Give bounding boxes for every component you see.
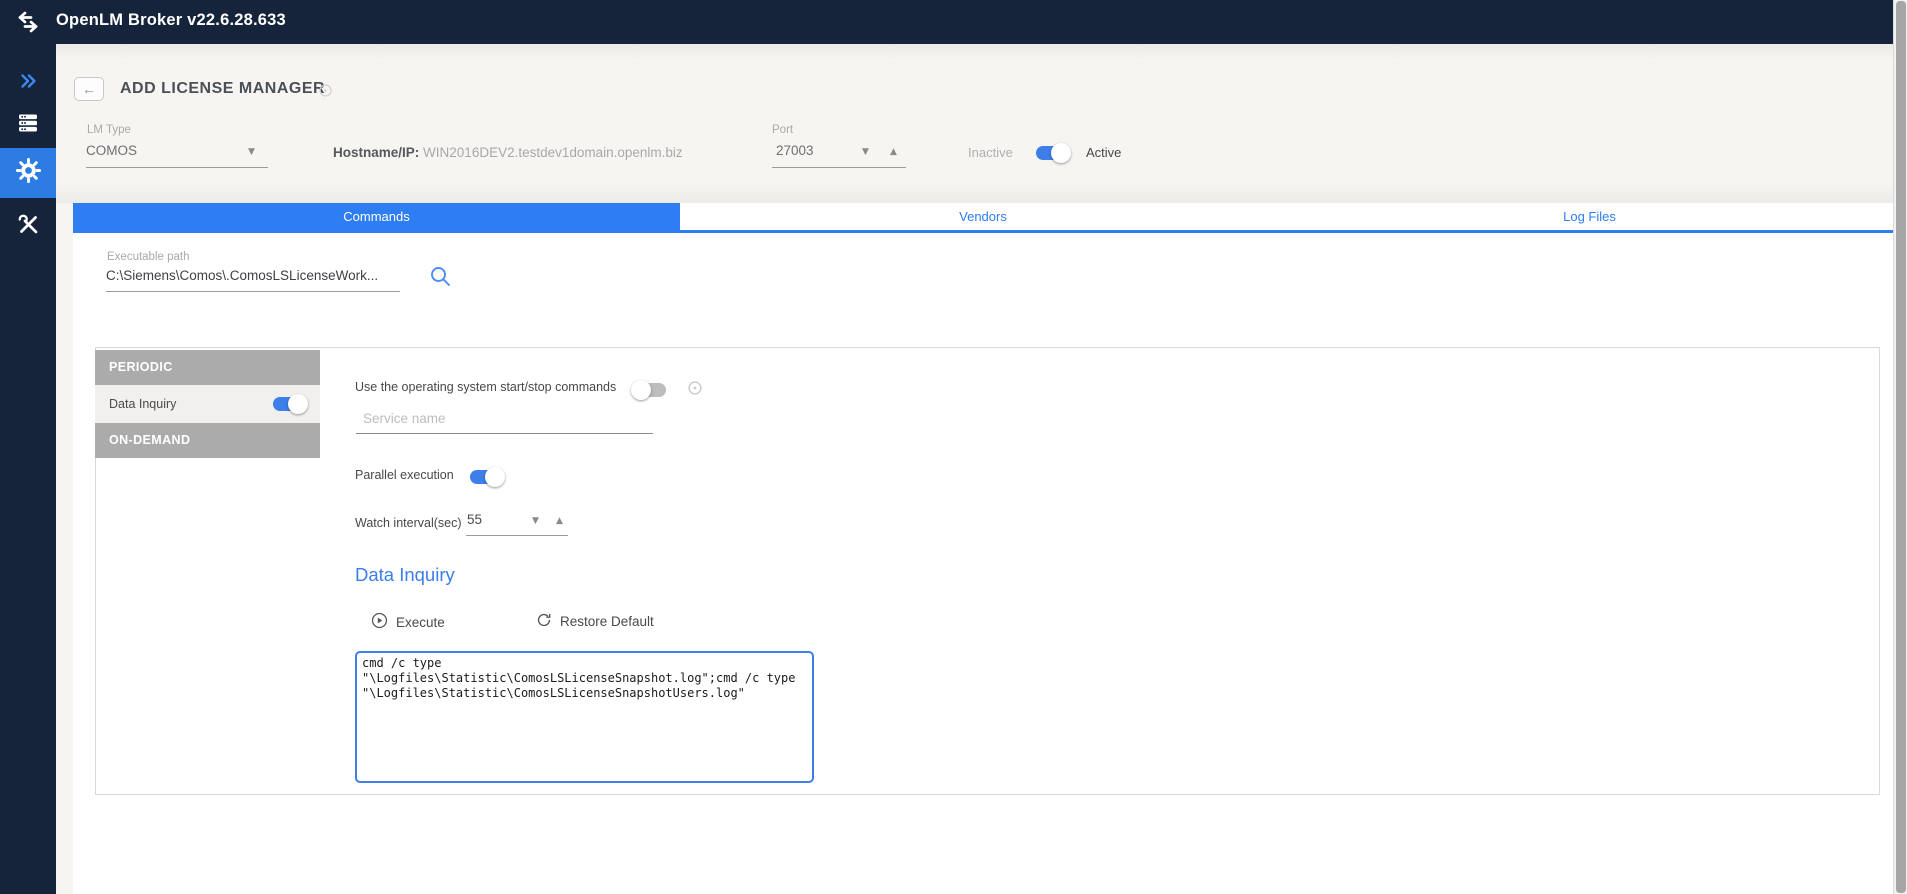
os-commands-label: Use the operating system start/stop comm…	[355, 380, 616, 394]
servers-icon	[17, 112, 39, 139]
hostname-value: WIN2016DEV2.testdev1domain.openlm.biz	[423, 145, 683, 160]
openlm-broker-window: OpenLM Broker v22.6.28.633	[0, 0, 1907, 894]
watch-interval-increment-icon[interactable]: ▲	[556, 516, 563, 526]
os-commands-toggle[interactable]	[632, 383, 666, 397]
port-decrement-icon[interactable]: ▼	[862, 147, 869, 157]
app-title: OpenLM Broker v22.6.28.633	[56, 11, 286, 30]
executable-path-label: Executable path	[107, 251, 189, 263]
toggle-knob	[288, 394, 308, 414]
port-underline	[772, 167, 906, 168]
left-margin-strip	[56, 203, 73, 894]
section-title-data-inquiry: Data Inquiry	[355, 564, 455, 586]
sidebar-item-tools[interactable]	[0, 202, 56, 252]
refresh-icon	[536, 612, 552, 631]
tab-vendors[interactable]: Vendors	[680, 203, 1286, 230]
back-arrow-icon: ←	[82, 81, 96, 97]
toggle-knob	[631, 380, 651, 400]
execute-button[interactable]: Execute	[371, 612, 445, 632]
list-item-label: Data Inquiry	[109, 397, 176, 411]
scrollbar-track[interactable]	[1893, 0, 1907, 894]
info-icon	[319, 84, 332, 102]
group-header-periodic: PERIODIC	[95, 350, 320, 385]
scrollbar-thumb[interactable]	[1896, 1, 1906, 893]
hostname-label: Hostname/IP:	[333, 145, 419, 160]
data-inquiry-toggle[interactable]	[273, 397, 307, 411]
restore-default-button[interactable]: Restore Default	[536, 612, 654, 631]
gear-icon	[15, 157, 42, 189]
watch-interval-underline	[466, 535, 568, 536]
executable-path-underline	[106, 291, 400, 292]
play-circle-icon	[371, 612, 388, 632]
port-label: Port	[772, 124, 793, 136]
search-icon[interactable]	[428, 264, 452, 293]
watch-interval-label: Watch interval(sec)	[355, 516, 462, 530]
service-name-input[interactable]	[356, 408, 653, 434]
lm-type-label: LM Type	[87, 124, 131, 136]
watch-interval-input[interactable]	[467, 512, 525, 527]
tab-commands[interactable]: Commands	[73, 203, 680, 230]
group-header-on-demand: ON-DEMAND	[95, 423, 320, 458]
inactive-label: Inactive	[968, 145, 1013, 160]
lm-type-underline	[86, 167, 268, 168]
swap-arrows-icon[interactable]	[16, 10, 40, 39]
page-title: ADD LICENSE MANAGER	[120, 80, 325, 98]
restore-default-button-label: Restore Default	[560, 614, 654, 629]
port-increment-icon[interactable]: ▲	[890, 147, 897, 157]
toggle-knob	[485, 467, 505, 487]
command-textarea[interactable]: cmd /c type "\Logfiles\Statistic\ComosLS…	[355, 651, 814, 783]
chevron-down-icon[interactable]: ▼	[248, 147, 255, 157]
topbar: OpenLM Broker v22.6.28.633	[0, 0, 1893, 44]
watch-interval-decrement-icon[interactable]: ▼	[532, 516, 539, 526]
tab-underline-bar	[73, 230, 1893, 233]
status-toggle[interactable]	[1036, 146, 1070, 160]
lm-type-select[interactable]: COMOS	[86, 143, 137, 158]
back-button[interactable]: ←	[74, 77, 104, 101]
executable-path-input[interactable]	[106, 268, 402, 283]
parallel-execution-label: Parallel execution	[355, 468, 454, 482]
sidebar-item-settings[interactable]	[0, 148, 56, 198]
info-icon	[688, 381, 702, 400]
toggle-knob	[1051, 143, 1071, 163]
active-label: Active	[1086, 145, 1121, 160]
parallel-execution-toggle[interactable]	[470, 470, 504, 484]
tools-icon	[18, 214, 39, 240]
tab-log-files[interactable]: Log Files	[1286, 203, 1893, 230]
port-input[interactable]	[776, 143, 846, 158]
sidebar	[0, 44, 56, 894]
sidebar-item-license-servers[interactable]	[0, 100, 56, 150]
double-chevron-right-icon	[17, 70, 39, 97]
execute-button-label: Execute	[396, 615, 445, 630]
hostname-field: Hostname/IP: WIN2016DEV2.testdev1domain.…	[333, 145, 683, 160]
header-background	[56, 44, 1893, 203]
